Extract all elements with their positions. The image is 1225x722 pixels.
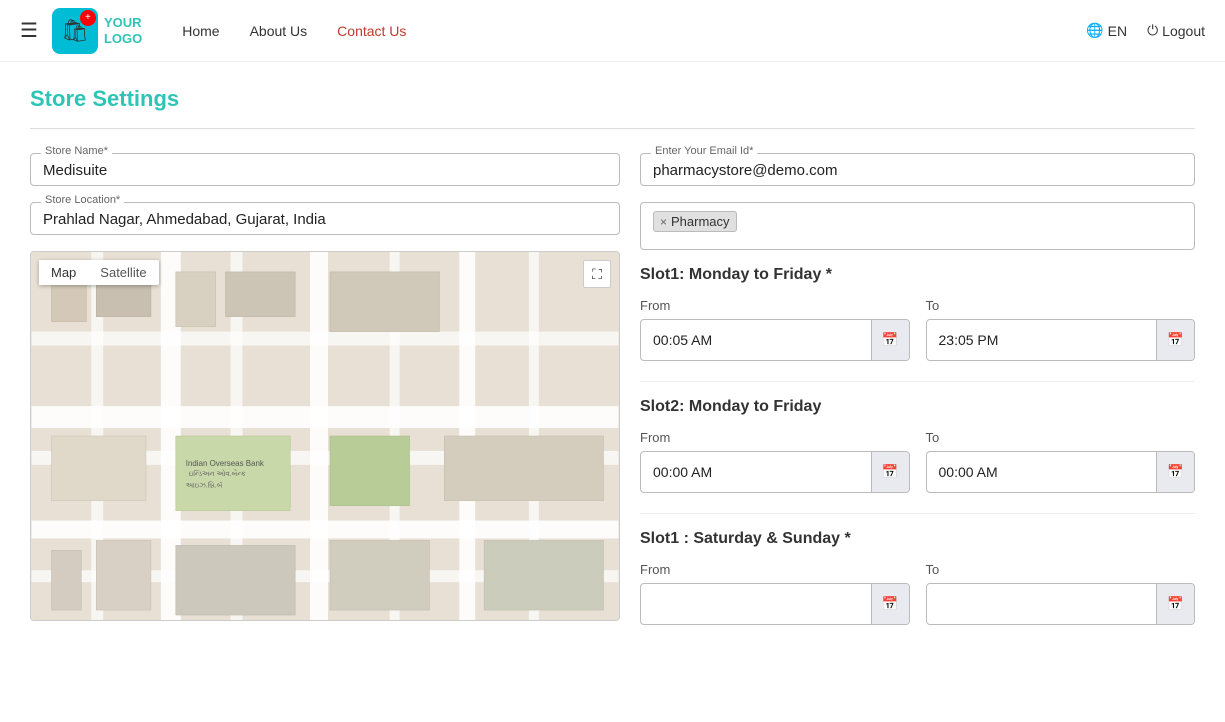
calendar-icon-3: 📅 xyxy=(882,464,899,480)
slot1-from-input-wrap: 📅 xyxy=(640,319,910,361)
slot3-title: Slot1 : Saturday & Sunday * xyxy=(640,530,1195,548)
tag-remove-pharmacy[interactable]: × xyxy=(660,215,667,229)
store-name-input[interactable] xyxy=(43,162,607,179)
page-title: Store Settings xyxy=(30,86,1195,112)
slot1-from-field: From 📅 xyxy=(640,298,910,361)
slot3-from-calendar-button[interactable]: 📅 xyxy=(871,584,909,624)
hamburger-icon[interactable]: ☰ xyxy=(20,18,38,43)
slot2-to-label: To xyxy=(926,430,1196,445)
category-tags-field[interactable]: × Pharmacy xyxy=(640,202,1195,250)
slot3-to-label: To xyxy=(926,562,1196,577)
calendar-icon-5: 📅 xyxy=(882,596,899,612)
store-location-input[interactable] xyxy=(43,211,607,228)
pharmacy-tag: × Pharmacy xyxy=(653,211,737,232)
map-expand-button[interactable]: ⛶ xyxy=(583,260,611,288)
map-tabs: Map Satellite xyxy=(39,260,159,285)
slot3-to-input[interactable] xyxy=(927,586,1157,622)
slot3-to-input-wrap: 📅 xyxy=(926,583,1196,625)
slot3-to-field: To 📅 xyxy=(926,562,1196,625)
slot1-row: From 📅 To 📅 xyxy=(640,298,1195,361)
logout-label: Logout xyxy=(1162,23,1205,39)
navbar: ☰ + YOUR LOGO Home About Us Contact Us 🌐… xyxy=(0,0,1225,62)
svg-text:આઇઝ.બ્રિ.બૅ: આઇઝ.બ્રિ.બૅ xyxy=(186,481,223,490)
email-field: Enter Your Email Id* xyxy=(640,153,1195,186)
calendar-icon-4: 📅 xyxy=(1167,464,1184,480)
logout-icon: ⏻ xyxy=(1147,22,1158,39)
main-content: Store Settings Store Name* Store Locatio… xyxy=(0,62,1225,669)
calendar-icon-2: 📅 xyxy=(1167,332,1184,348)
logo-badge: + xyxy=(80,10,96,26)
slot2-to-field: To 📅 xyxy=(926,430,1196,493)
slot1-section: Slot1: Monday to Friday * From 📅 To xyxy=(640,266,1195,361)
slot1-to-field: To 📅 xyxy=(926,298,1196,361)
slot1-from-input[interactable] xyxy=(641,322,871,358)
nav-link-home[interactable]: Home xyxy=(182,23,219,39)
slot1-from-calendar-button[interactable]: 📅 xyxy=(871,320,909,360)
store-name-label: Store Name* xyxy=(41,145,112,157)
logo-text: YOUR LOGO xyxy=(104,15,142,46)
slot2-from-input-wrap: 📅 xyxy=(640,451,910,493)
map-container: Map Satellite ⛶ xyxy=(30,251,620,621)
slot3-to-calendar-button[interactable]: 📅 xyxy=(1156,584,1194,624)
divider xyxy=(30,128,1195,129)
slot2-from-input[interactable] xyxy=(641,454,871,490)
slot-divider-2 xyxy=(640,513,1195,514)
slot2-title: Slot2: Monday to Friday xyxy=(640,398,1195,416)
store-location-label: Store Location* xyxy=(41,194,124,206)
slot1-to-input-wrap: 📅 xyxy=(926,319,1196,361)
slot1-from-label: From xyxy=(640,298,910,313)
slot3-from-label: From xyxy=(640,562,910,577)
slot2-from-field: From 📅 xyxy=(640,430,910,493)
slot2-row: From 📅 To 📅 xyxy=(640,430,1195,493)
logout-button[interactable]: ⏻ Logout xyxy=(1147,22,1205,39)
form-left: Store Name* Store Location* Map Satellit… xyxy=(30,153,620,645)
slot-divider-1 xyxy=(640,381,1195,382)
slot2-to-input[interactable] xyxy=(927,454,1157,490)
slot2-to-calendar-button[interactable]: 📅 xyxy=(1156,452,1194,492)
form-layout: Store Name* Store Location* Map Satellit… xyxy=(30,153,1195,645)
map-svg: Indian Overseas Bank ઇન્ડિઅન ઓવ.બેન્ક આઇ… xyxy=(31,252,619,620)
email-label: Enter Your Email Id* xyxy=(651,145,757,157)
slot2-from-label: From xyxy=(640,430,910,445)
slot2-to-input-wrap: 📅 xyxy=(926,451,1196,493)
calendar-icon-6: 📅 xyxy=(1167,596,1184,612)
svg-text:ઇન્ડિઅન ઓવ.બેન્ક: ઇન્ડિઅન ઓવ.બેન્ક xyxy=(189,469,246,478)
slot1-to-input[interactable] xyxy=(927,322,1157,358)
form-right: Enter Your Email Id* × Pharmacy Slot1: M… xyxy=(640,153,1195,645)
slot3-from-input-wrap: 📅 xyxy=(640,583,910,625)
logo: + YOUR LOGO xyxy=(52,8,142,54)
slot1-title: Slot1: Monday to Friday * xyxy=(640,266,1195,284)
slot3-from-input[interactable] xyxy=(641,586,871,622)
nav-links: Home About Us Contact Us xyxy=(182,23,1086,39)
calendar-icon: 📅 xyxy=(882,332,899,348)
slot1-to-calendar-button[interactable]: 📅 xyxy=(1156,320,1194,360)
map-tab-satellite[interactable]: Satellite xyxy=(88,260,158,285)
slot3-section: Slot1 : Saturday & Sunday * From 📅 To xyxy=(640,530,1195,625)
tag-label: Pharmacy xyxy=(671,214,730,229)
svg-text:Indian Overseas Bank: Indian Overseas Bank xyxy=(186,459,264,468)
nav-right: 🌐 EN ⏻ Logout xyxy=(1086,22,1205,39)
slot3-row: From 📅 To 📅 xyxy=(640,562,1195,625)
nav-link-about[interactable]: About Us xyxy=(250,23,308,39)
lang-selector[interactable]: 🌐 EN xyxy=(1086,22,1127,39)
logo-your: YOUR xyxy=(104,15,142,31)
store-name-field: Store Name* xyxy=(30,153,620,186)
logo-icon: + xyxy=(52,8,98,54)
slot1-to-label: To xyxy=(926,298,1196,313)
store-location-field: Store Location* xyxy=(30,202,620,235)
globe-icon: 🌐 xyxy=(1086,22,1103,39)
lang-label: EN xyxy=(1108,23,1127,39)
nav-link-contact[interactable]: Contact Us xyxy=(337,23,406,39)
slot2-from-calendar-button[interactable]: 📅 xyxy=(871,452,909,492)
map-tab-map[interactable]: Map xyxy=(39,260,88,285)
slot2-section: Slot2: Monday to Friday From 📅 To xyxy=(640,398,1195,493)
logo-logo: LOGO xyxy=(104,31,142,47)
email-input[interactable] xyxy=(653,162,1182,179)
slot3-from-field: From 📅 xyxy=(640,562,910,625)
